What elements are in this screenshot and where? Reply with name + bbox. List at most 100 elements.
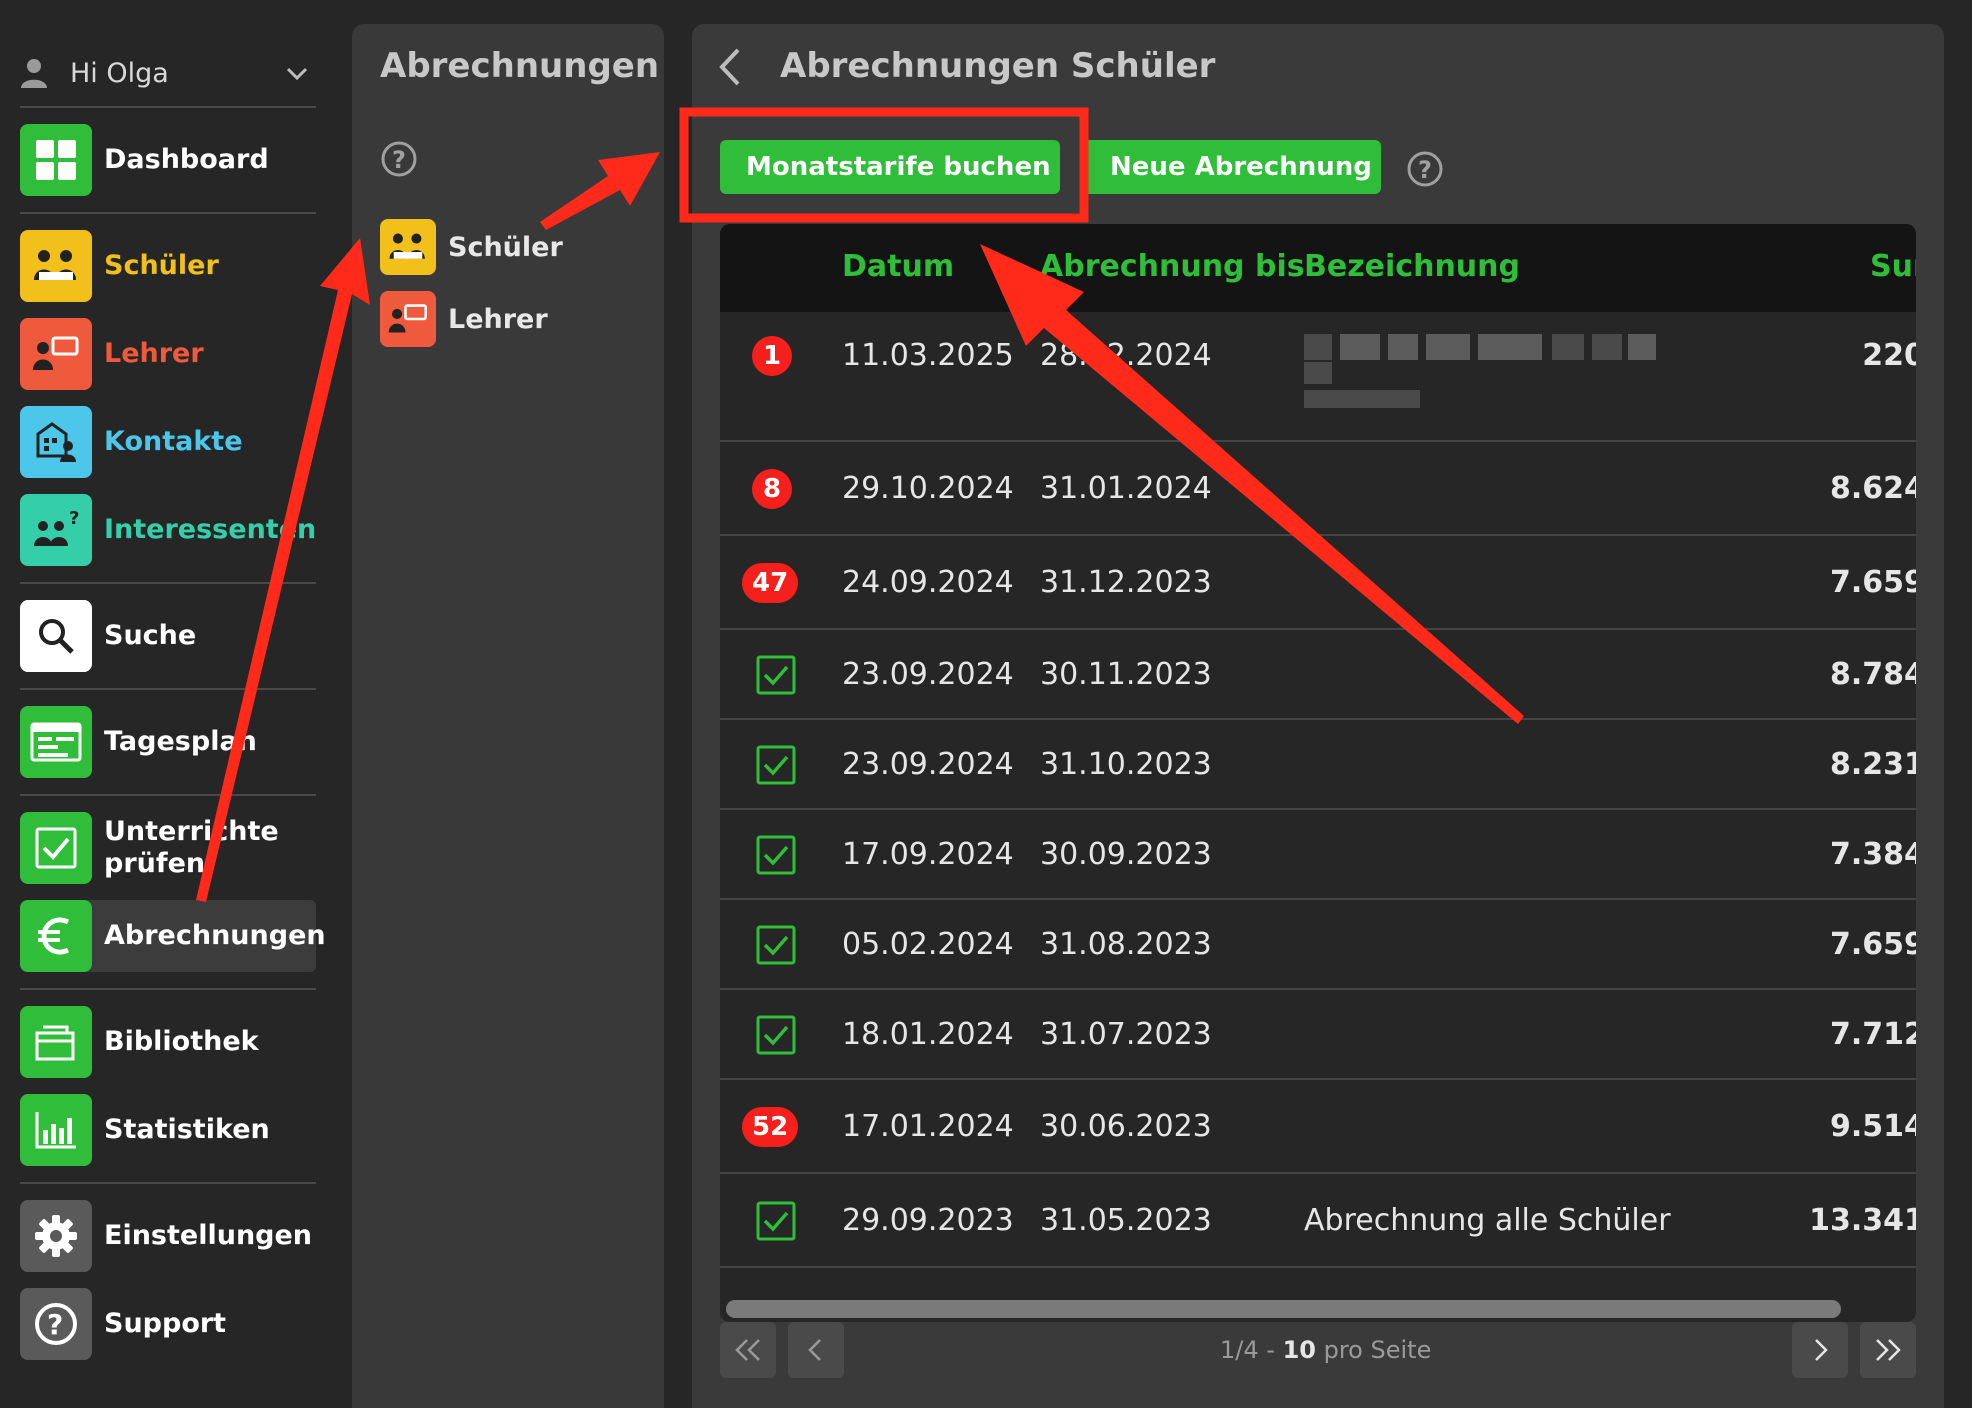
sidebar-item-interessenten[interactable]: ? Interessenten — [20, 494, 316, 566]
prospects-icon: ? — [20, 494, 92, 566]
sidebar-item-label: Suche — [104, 620, 197, 651]
cell-datum: 23.09.2024 — [842, 657, 1014, 692]
cell-datum: 23.09.2024 — [842, 747, 1014, 782]
redacted-description — [1304, 362, 1332, 384]
first-page-button[interactable] — [720, 1322, 776, 1378]
sidebar-item-lehrer[interactable]: Lehrer — [20, 318, 316, 390]
user-menu[interactable]: Hi Olga — [20, 50, 316, 96]
column-header-bezeichnung[interactable]: Bezeichnung — [1304, 249, 1520, 284]
previous-page-button[interactable] — [788, 1322, 844, 1378]
table-row[interactable]: 1 11.03.2025 28.02.2024 220,00 — [720, 312, 1916, 442]
open-count-badge: 52 — [742, 1107, 799, 1147]
sidebar-item-label: Statistiken — [104, 1114, 270, 1145]
redacted-description — [1508, 334, 1542, 360]
table-row[interactable]: 18.01.2024 31.07.2023 7.712,75 — [720, 990, 1916, 1080]
table-row[interactable]: 8 29.10.2024 31.01.2024 8.624,25 — [720, 442, 1916, 536]
last-page-button[interactable] — [1860, 1322, 1916, 1378]
table-row[interactable]: 23.09.2024 31.10.2023 8.231,00 — [720, 720, 1916, 810]
sidebar-item-statistiken[interactable]: Statistiken — [20, 1094, 316, 1166]
sidebar-item-label: Tagesplan — [104, 726, 257, 757]
help-icon[interactable]: ? — [380, 140, 418, 178]
table-header: Datum Abrechnung bis Bezeichnung Summe — [720, 224, 1916, 312]
teacher-icon — [20, 318, 92, 390]
divider — [20, 988, 316, 990]
monatstarife-buchen-button[interactable]: € Monatstarife buchen — [720, 140, 1060, 194]
next-page-button[interactable] — [1792, 1322, 1848, 1378]
column-header-datum[interactable]: Datum — [842, 249, 954, 284]
page-title: Abrechnungen Schüler — [780, 46, 1216, 86]
sidebar-item-support[interactable]: ? Support — [20, 1288, 316, 1360]
students-icon — [380, 219, 436, 275]
cell-summe: 8.231,00 — [1829, 747, 1916, 782]
open-count-badge: 47 — [742, 563, 799, 603]
sidebar-item-kontakte[interactable]: Kontakte — [20, 406, 316, 478]
cell-datum: 18.01.2024 — [842, 1017, 1014, 1052]
svg-text:?: ? — [392, 146, 406, 174]
cell-summe: 13.341,25 — [1809, 1203, 1916, 1238]
sidebar-item-abrechnungen[interactable]: Abrechnungen — [20, 900, 326, 972]
cell-abrechnung-bis: 30.09.2023 — [1040, 837, 1212, 872]
sidebar-item-label: Einstellungen — [104, 1220, 313, 1251]
cell-datum: 17.01.2024 — [842, 1109, 1014, 1144]
cell-summe: 8.784,75 — [1829, 657, 1916, 692]
button-label: Monatstarife buchen — [746, 152, 1051, 182]
submenu-item-lehrer[interactable]: Lehrer — [380, 290, 650, 348]
cell-abrechnung-bis: 28.02.2024 — [1040, 338, 1212, 373]
table-row[interactable]: 05.02.2024 31.08.2023 7.659,25 — [720, 900, 1916, 990]
gear-icon — [20, 1200, 92, 1272]
cell-datum: 29.10.2024 — [842, 471, 1014, 506]
submenu-item-schueler[interactable]: Schüler — [380, 218, 650, 276]
chevron-down-icon[interactable] — [284, 60, 310, 86]
column-header-summe[interactable]: Summe — [1870, 249, 1916, 284]
cell-summe: 7.712,75 — [1829, 1017, 1916, 1052]
redacted-description — [1478, 334, 1508, 360]
statistics-icon — [20, 1094, 92, 1166]
sidebar-item-bibliothek[interactable]: Bibliothek — [20, 1006, 316, 1078]
cell-abrechnung-bis: 31.12.2023 — [1040, 565, 1212, 600]
cell-summe: 7.659,25 — [1829, 927, 1916, 962]
sidebar-item-label: Kontakte — [104, 426, 243, 457]
table-row[interactable]: 52 17.01.2024 30.06.2023 9.514,25 — [720, 1080, 1916, 1174]
submenu-panel: Abrechnungen ? Schüler Lehrer — [352, 24, 664, 1408]
chevron-left-icon — [808, 1339, 821, 1361]
cell-abrechnung-bis: 31.01.2024 — [1040, 471, 1212, 506]
support-icon: ? — [20, 1288, 92, 1360]
svg-text:?: ? — [1418, 156, 1432, 184]
checked-status-icon — [756, 1201, 796, 1241]
sidebar-item-label: Abrechnungen — [104, 920, 326, 951]
sidebar-item-schueler[interactable]: Schüler — [20, 230, 316, 302]
redacted-description — [1304, 390, 1420, 408]
sidebar-item-label: Schüler — [104, 250, 219, 281]
per-page-select[interactable]: 10 — [1283, 1336, 1316, 1364]
cell-datum: 11.03.2025 — [842, 338, 1014, 373]
cell-datum: 29.09.2023 — [842, 1203, 1014, 1238]
horizontal-scrollbar[interactable] — [726, 1300, 1841, 1318]
redacted-description — [1426, 334, 1470, 360]
redacted-description — [1388, 334, 1418, 360]
table-row[interactable]: 17.09.2024 30.09.2023 7.384,25 — [720, 810, 1916, 900]
pagination-info: 1/4 - 10 pro Seite — [1220, 1336, 1431, 1364]
sidebar-item-dashboard[interactable]: Dashboard — [20, 124, 316, 196]
cell-abrechnung-bis: 31.07.2023 — [1040, 1017, 1212, 1052]
cell-datum: 05.02.2024 — [842, 927, 1014, 962]
cell-summe: 8.624,25 — [1829, 471, 1916, 506]
cell-summe: 9.514,25 — [1829, 1109, 1916, 1144]
table-row[interactable]: 47 24.09.2024 31.12.2023 7.659,25 — [720, 536, 1916, 630]
table-row[interactable]: 29.09.2023 31.05.2023 Abrechnung alle Schü… — [720, 1174, 1916, 1268]
contacts-icon — [20, 406, 92, 478]
column-header-abrechnung-bis[interactable]: Abrechnung bis — [1040, 249, 1305, 284]
back-chevron-icon[interactable] — [714, 44, 748, 90]
help-icon[interactable]: ? — [1406, 150, 1444, 188]
sidebar-item-einstellungen[interactable]: Einstellungen — [20, 1200, 316, 1272]
redacted-description — [1304, 334, 1332, 360]
sidebar-item-unterrichte-pruefen[interactable]: Unterrichte prüfen — [20, 812, 316, 884]
table-row[interactable]: 23.09.2024 30.11.2023 8.784,75 — [720, 630, 1916, 720]
user-icon — [21, 59, 47, 88]
sidebar-item-tagesplan[interactable]: Tagesplan — [20, 706, 316, 778]
neue-abrechnung-button[interactable]: Neue Abrechnung — [1084, 140, 1381, 194]
teacher-icon — [380, 291, 436, 347]
dashboard-icon — [20, 124, 92, 196]
sidebar-item-suche[interactable]: Suche — [20, 600, 316, 672]
cell-abrechnung-bis: 30.11.2023 — [1040, 657, 1212, 692]
open-count-badge: 8 — [752, 469, 792, 509]
